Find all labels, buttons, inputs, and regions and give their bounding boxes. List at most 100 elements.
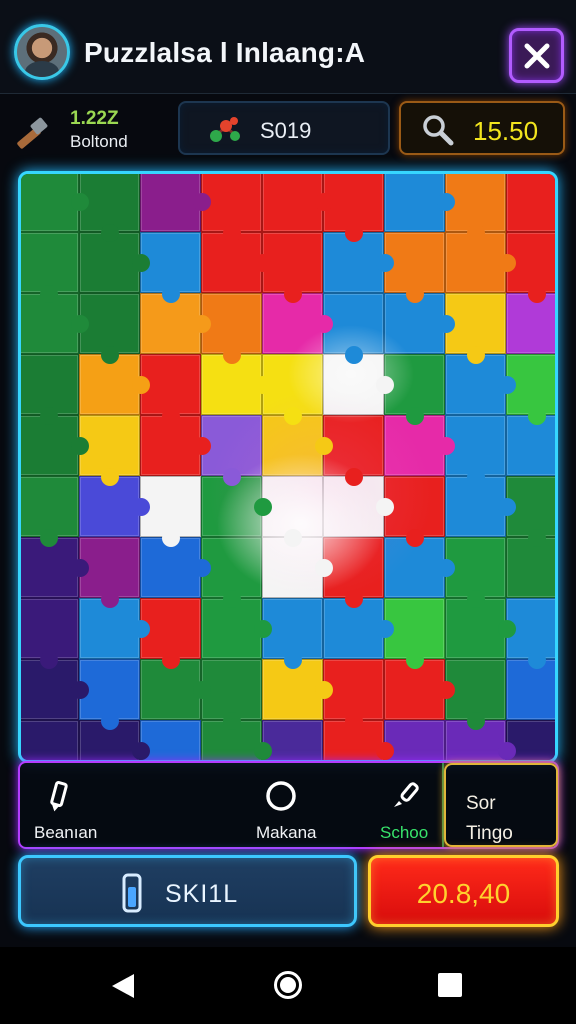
- piece-knob: [101, 346, 119, 364]
- piece-knob: [315, 437, 333, 455]
- piece-knob: [437, 193, 455, 211]
- brush-icon: [394, 782, 419, 807]
- puzzle-piece[interactable]: [21, 720, 79, 760]
- sort-label: Sor: [466, 793, 496, 814]
- piece-knob: [467, 346, 485, 364]
- piece-knob: [40, 285, 58, 303]
- piece-knob: [437, 681, 455, 699]
- piece-knob: [467, 468, 485, 486]
- recents-icon[interactable]: [438, 973, 462, 997]
- puzzle-piece[interactable]: [384, 174, 455, 232]
- piece-knob: [315, 315, 333, 333]
- piece-knob: [284, 285, 302, 303]
- piece-knob: [132, 254, 150, 272]
- magnifier-icon: [423, 115, 454, 146]
- piece-knob: [40, 529, 58, 547]
- piece-knob: [254, 498, 272, 516]
- piece-knob: [437, 315, 455, 333]
- page-title: Puzzlalsa l Inlaang:A: [84, 37, 366, 68]
- piece-knob: [345, 468, 363, 486]
- puzzle-piece[interactable]: [21, 354, 79, 425]
- pieces-stat: S019: [178, 101, 390, 155]
- tool-ring-button[interactable]: Makana: [230, 763, 370, 847]
- piece-knob: [193, 315, 211, 333]
- puzzle-piece[interactable]: [506, 293, 555, 354]
- tool-pencil-button[interactable]: Beanıan: [20, 763, 180, 847]
- piece-knob: [162, 407, 180, 425]
- back-icon[interactable]: [110, 972, 136, 1000]
- puzzle-piece[interactable]: [506, 659, 555, 720]
- piece-knob: [254, 254, 272, 272]
- hammer-label: Boltond: [70, 132, 128, 151]
- piece-knob: [101, 590, 119, 608]
- puzzle-piece[interactable]: [384, 720, 445, 760]
- puzzle-piece[interactable]: [506, 537, 555, 598]
- piece-knob: [315, 681, 333, 699]
- puzzle-piece[interactable]: [21, 598, 79, 669]
- piece-knob: [437, 437, 455, 455]
- sort-panel[interactable]: Sor Tingo: [444, 763, 558, 847]
- piece-knob: [40, 407, 58, 425]
- piece-knob: [254, 742, 272, 760]
- tool-pencil-label: Beanıan: [34, 823, 98, 842]
- piece-knob: [498, 376, 516, 394]
- potion-icon: [122, 873, 142, 913]
- piece-knob: [162, 529, 180, 547]
- piece-knob: [193, 437, 211, 455]
- puzzle-piece[interactable]: [21, 232, 79, 303]
- piece-knob: [467, 712, 485, 730]
- puzzle-piece[interactable]: [262, 720, 323, 760]
- piece-knob: [101, 468, 119, 486]
- molecule-icon: [210, 117, 240, 142]
- piece-knob: [376, 376, 394, 394]
- piece-knob: [467, 224, 485, 242]
- tool-brush-button[interactable]: Schoo: [370, 763, 444, 847]
- puzzle-grid[interactable]: [21, 174, 555, 760]
- timer-value: 15.50: [473, 116, 539, 146]
- piece-knob: [71, 559, 89, 577]
- puzzle-piece[interactable]: [506, 174, 555, 232]
- puzzle-piece[interactable]: [262, 174, 333, 232]
- piece-knob: [71, 193, 89, 211]
- close-button[interactable]: [509, 28, 564, 83]
- tool-brush-label: Schoo: [380, 823, 429, 842]
- piece-knob: [40, 651, 58, 669]
- puzzle-piece[interactable]: [140, 174, 211, 232]
- puzzle-piece[interactable]: [506, 415, 555, 476]
- piece-knob: [376, 498, 394, 516]
- home-icon[interactable]: [272, 969, 304, 1001]
- player-avatar-icon[interactable]: [14, 24, 70, 80]
- piece-knob: [528, 285, 546, 303]
- hammer-icon: [17, 117, 48, 149]
- sort-value: Tingo: [466, 823, 513, 844]
- piece-knob: [406, 651, 424, 669]
- piece-knob: [345, 224, 363, 242]
- piece-knob: [498, 620, 516, 638]
- piece-knob: [193, 681, 211, 699]
- piece-knob: [254, 376, 272, 394]
- piece-knob: [528, 407, 546, 425]
- piece-knob: [528, 529, 546, 547]
- piece-knob: [284, 529, 302, 547]
- puzzle-piece[interactable]: [21, 174, 89, 232]
- hammer-stat: 1.22Z Boltond: [10, 102, 170, 158]
- score-value: 20.8,40: [416, 878, 511, 909]
- piece-knob: [132, 498, 150, 516]
- timer-stat: 15.50: [399, 101, 565, 155]
- piece-knob: [71, 315, 89, 333]
- puzzle-piece[interactable]: [140, 720, 201, 760]
- piece-knob: [467, 590, 485, 608]
- piece-knob: [315, 193, 333, 211]
- puzzle-piece[interactable]: [21, 476, 79, 547]
- piece-knob: [101, 224, 119, 242]
- piece-knob: [223, 346, 241, 364]
- piece-knob: [101, 712, 119, 730]
- score-button[interactable]: 20.8,40: [368, 855, 559, 927]
- piece-knob: [132, 742, 150, 760]
- skill-button[interactable]: SKI1L: [18, 855, 357, 927]
- piece-knob: [284, 651, 302, 669]
- puzzle-board[interactable]: [18, 171, 558, 763]
- tool-bar: Beanıan Makana Schoo Sor Tingo: [18, 761, 559, 849]
- top-bar: Puzzlalsa l Inlaang:A: [0, 0, 576, 94]
- close-icon: [524, 43, 549, 68]
